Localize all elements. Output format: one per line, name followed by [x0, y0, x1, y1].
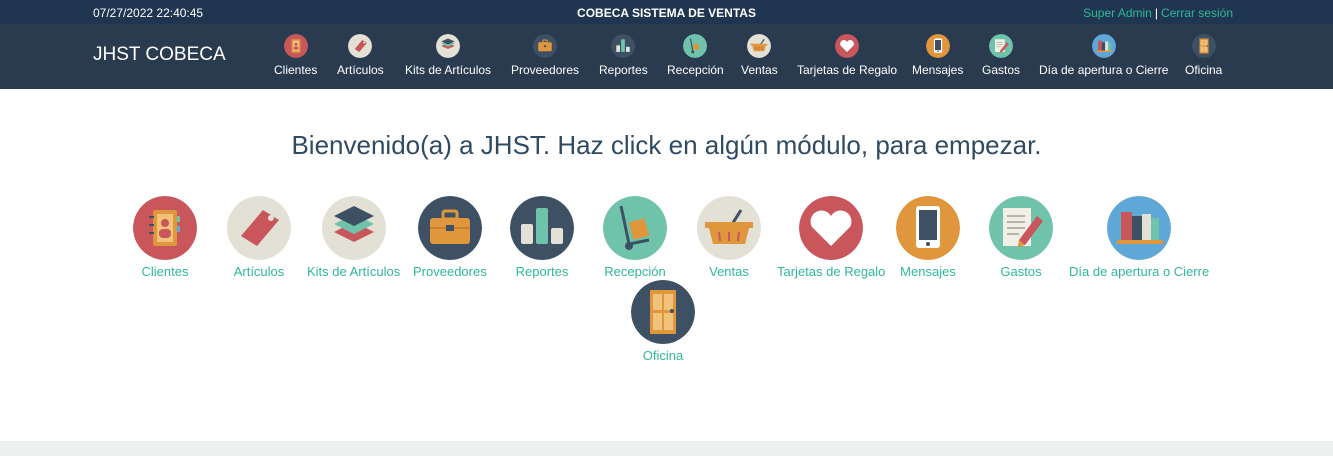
layers-icon: [436, 34, 461, 58]
nav-item-label: Reportes: [599, 63, 648, 77]
nav-item-clientes[interactable]: Clientes: [274, 34, 317, 84]
nav-item-label: Kits de Artículos: [405, 63, 492, 77]
module-articulos[interactable]: Artículos: [227, 196, 291, 279]
module-gastos[interactable]: Gastos: [989, 196, 1053, 279]
nav-item-proveedores[interactable]: Proveedores: [511, 34, 579, 84]
briefcase-icon: [533, 34, 558, 58]
footer-bar: [0, 441, 1333, 456]
main-navbar: JHST COBECA Clientes Artículos Kits de A…: [0, 24, 1333, 89]
module-label: Gastos: [1000, 264, 1042, 279]
notepad-pencil-icon: [989, 196, 1053, 260]
hand-truck-icon: [603, 196, 667, 260]
heart-icon: [799, 196, 864, 260]
module-label: Clientes: [141, 264, 189, 279]
price-tag-icon: [348, 34, 373, 58]
door-icon: [631, 280, 695, 344]
module-label: Kits de Artículos: [307, 264, 401, 279]
contacts-book-icon: [283, 34, 308, 58]
nav-item-mensajes[interactable]: Mensajes: [912, 34, 963, 84]
mobile-phone-icon: [896, 196, 960, 260]
module-ventas[interactable]: Ventas: [697, 196, 761, 279]
module-label: Tarjetas de Regalo: [777, 264, 886, 279]
shopping-basket-icon: [747, 34, 772, 58]
nav-item-label: Ventas: [741, 63, 778, 77]
shopping-basket-icon: [697, 196, 761, 260]
books-icon: [1107, 196, 1172, 260]
system-title: COBECA SISTEMA DE VENTAS: [577, 6, 756, 20]
layers-icon: [321, 196, 386, 260]
module-label: Proveedores: [413, 264, 487, 279]
current-datetime: 07/27/2022 22:40:45: [93, 6, 204, 20]
module-tarjetas-regalo[interactable]: Tarjetas de Regalo: [777, 196, 885, 279]
nav-item-tarjetas-regalo[interactable]: Tarjetas de Regalo: [797, 34, 897, 84]
nav-item-recepcion[interactable]: Recepción: [667, 34, 724, 84]
nav-item-label: Clientes: [274, 63, 318, 77]
nav-item-label: Proveedores: [511, 63, 580, 77]
module-label: Mensajes: [900, 264, 956, 279]
nav-item-reportes[interactable]: Reportes: [599, 34, 648, 84]
nav-item-gastos[interactable]: Gastos: [982, 34, 1020, 84]
hand-truck-icon: [683, 34, 708, 58]
user-name-link[interactable]: Super Admin: [1083, 6, 1152, 20]
brand-name[interactable]: JHST COBECA: [93, 44, 226, 66]
top-status-bar: 07/27/2022 22:40:45 COBECA SISTEMA DE VE…: [0, 0, 1333, 24]
module-oficina[interactable]: Oficina: [631, 280, 695, 363]
module-label: Artículos: [233, 264, 285, 279]
module-label: Recepción: [604, 264, 666, 279]
contacts-book-icon: [133, 196, 197, 260]
nav-item-articulos[interactable]: Artículos: [337, 34, 384, 84]
module-label: Reportes: [515, 264, 569, 279]
module-reportes[interactable]: Reportes: [510, 196, 574, 279]
module-recepcion[interactable]: Recepción: [603, 196, 667, 279]
nav-item-label: Oficina: [1185, 63, 1223, 77]
nav-item-label: Tarjetas de Regalo: [797, 63, 898, 77]
nav-item-label: Gastos: [982, 63, 1021, 77]
nav-item-ventas[interactable]: Ventas: [741, 34, 778, 84]
module-label: Ventas: [709, 264, 749, 279]
door-icon: [1191, 34, 1216, 58]
nav-item-oficina[interactable]: Oficina: [1185, 34, 1222, 84]
nav-item-kits[interactable]: Kits de Artículos: [405, 34, 491, 84]
module-clientes[interactable]: Clientes: [133, 196, 197, 279]
nav-item-label: Mensajes: [912, 63, 964, 77]
mobile-phone-icon: [925, 34, 950, 58]
user-separator: |: [1154, 6, 1158, 20]
bar-chart-icon: [611, 34, 636, 58]
nav-item-apertura-cierre[interactable]: Día de apertura o Cierre: [1039, 34, 1168, 84]
books-icon: [1091, 34, 1116, 58]
heart-icon: [835, 34, 860, 58]
bar-chart-icon: [510, 196, 574, 260]
module-label: Oficina: [642, 348, 684, 363]
module-label: Día de apertura o Cierre: [1069, 264, 1210, 279]
module-apertura-cierre[interactable]: Día de apertura o Cierre: [1069, 196, 1209, 279]
nav-item-label: Día de apertura o Cierre: [1039, 63, 1169, 77]
module-proveedores[interactable]: Proveedores: [413, 196, 487, 279]
nav-item-label: Artículos: [337, 63, 384, 77]
briefcase-icon: [417, 196, 482, 260]
notepad-pencil-icon: [989, 34, 1013, 58]
nav-item-label: Recepción: [667, 63, 724, 77]
welcome-message: Bienvenido(a) a JHST. Haz click en algún…: [291, 130, 1042, 160]
module-kits[interactable]: Kits de Artículos: [307, 196, 400, 279]
price-tag-icon: [227, 196, 291, 260]
module-mensajes[interactable]: Mensajes: [896, 196, 960, 279]
user-area: Super Admin | Cerrar sesión: [1083, 6, 1233, 20]
logout-link[interactable]: Cerrar sesión: [1161, 6, 1233, 20]
